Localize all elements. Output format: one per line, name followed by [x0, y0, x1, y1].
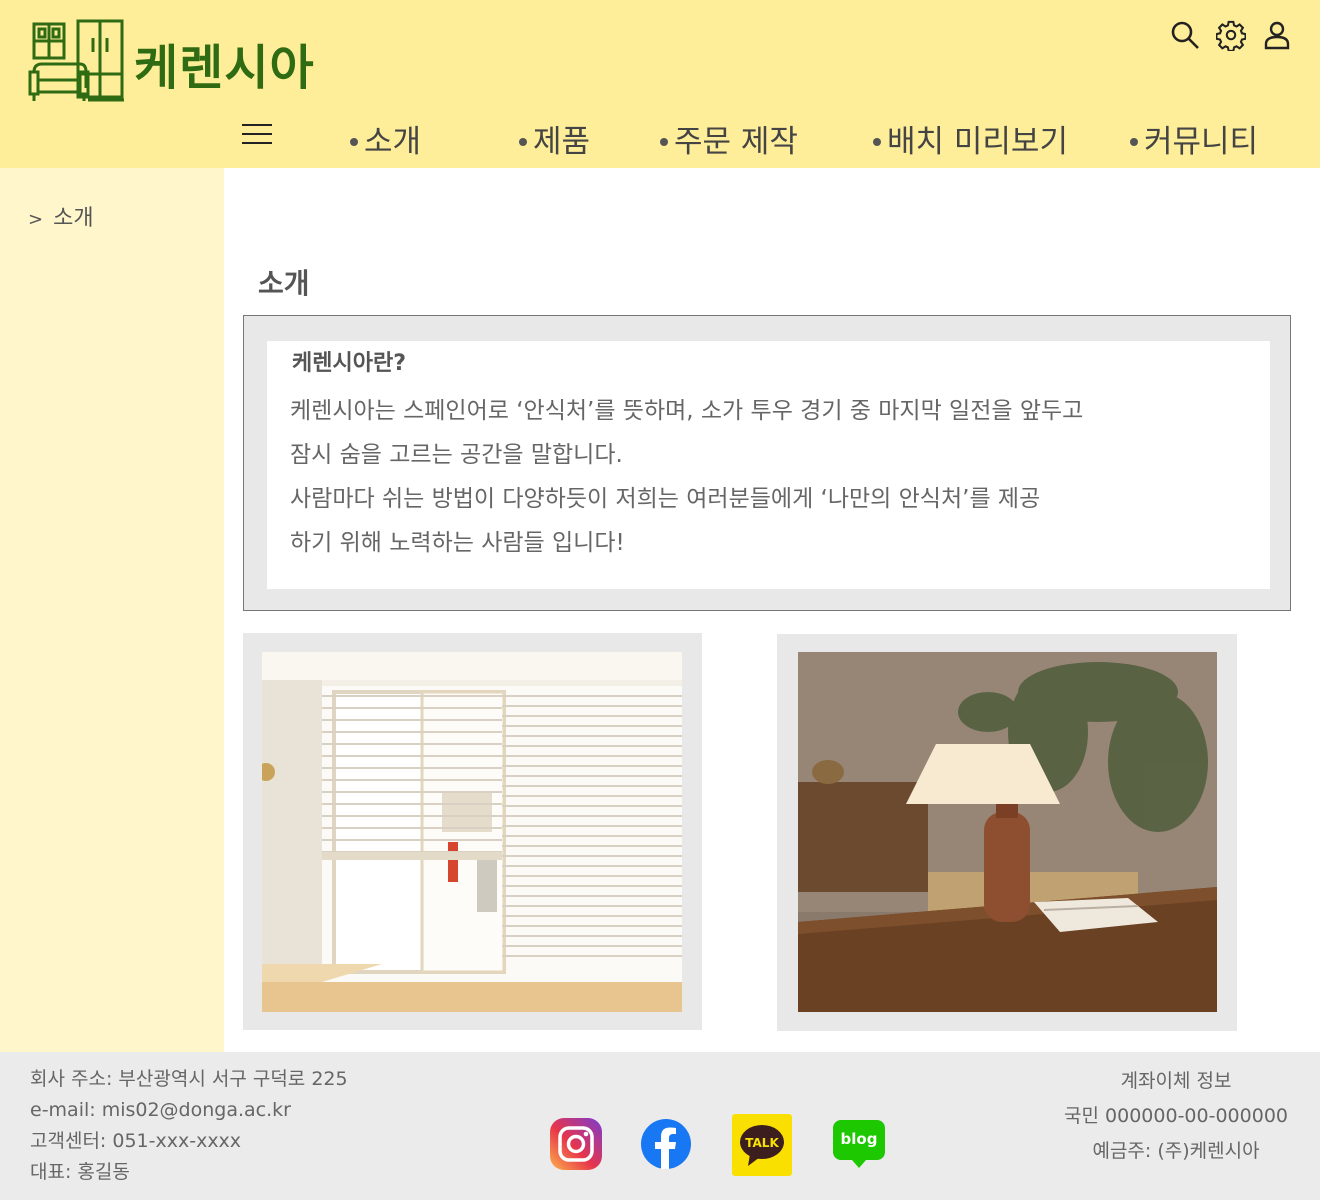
brand-name[interactable]: 케렌시아 [134, 28, 315, 98]
menu-icon[interactable] [242, 124, 272, 150]
breadcrumb-label: 소개 [53, 206, 94, 231]
bullet-icon [519, 137, 527, 146]
nav-label: 소개 [364, 124, 422, 160]
breadcrumb[interactable]: > 소개 [28, 200, 94, 232]
about-heading: 케렌시아란? [292, 351, 406, 376]
about-panel: 케렌시아란? 케렌시아는 스페인어로 ‘안식처’를 뜻하며, 소가 투우 경기 … [243, 315, 1291, 611]
ceo-name: 대표: 홍길동 [30, 1161, 130, 1183]
bank-account: 국민 000000-00-000000 [1064, 1105, 1288, 1127]
furniture-logo-icon[interactable] [28, 18, 126, 104]
nav-label: 커뮤니티 [1144, 124, 1259, 160]
header: 케렌시아 소개 제품 주문 제작 배치 미리보기 커뮤니티 [0, 0, 1320, 168]
nav-item-layout-preview[interactable]: 배치 미리보기 [873, 116, 1068, 161]
about-line: 잠시 숨을 고르는 공간을 말합니다. [290, 442, 623, 468]
kakaotalk-icon[interactable]: TALK [730, 1114, 794, 1176]
nav-item-custom-order[interactable]: 주문 제작 [660, 116, 798, 161]
bank-holder: 예금주: (주)케렌시아 [1092, 1140, 1260, 1162]
company-email[interactable]: e-mail: mis02@donga.ac.kr [30, 1095, 348, 1126]
photo-frame-lamp [777, 634, 1237, 1031]
bullet-icon [1130, 137, 1138, 146]
kakaotalk-label: TALK [745, 1136, 779, 1150]
window-blinds-photo [262, 652, 682, 1012]
nav-label: 제품 [533, 124, 591, 160]
nav-label: 배치 미리보기 [887, 124, 1068, 160]
about-text: 케렌시아는 스페인어로 ‘안식처’를 뜻하며, 소가 투우 경기 중 마지막 일… [290, 389, 1250, 565]
nav-item-products[interactable]: 제품 [519, 116, 590, 161]
about-line: 하기 위해 노력하는 사람들 입니다! [290, 530, 625, 556]
search-icon[interactable] [1170, 18, 1200, 52]
nav-label: 주문 제작 [674, 124, 798, 160]
blog-label: blog [841, 1130, 878, 1148]
blog-icon[interactable]: blog [830, 1114, 890, 1174]
bullet-icon [350, 137, 358, 146]
photo-frame-blinds [243, 633, 702, 1030]
customer-center: 고객센터: 051-xxx-xxxx [30, 1130, 242, 1152]
about-line: 케렌시아는 스페인어로 ‘안식처’를 뜻하며, 소가 투우 경기 중 마지막 일… [290, 398, 1084, 424]
header-icon-group [1170, 18, 1292, 52]
about-line: 사람마다 쉬는 방법이 다양하듯이 저희는 여러분들에게 ‘나만의 안식처’를 … [290, 486, 1041, 512]
bank-title: 계좌이체 정보 [1120, 1070, 1232, 1092]
bullet-icon [660, 137, 668, 146]
user-icon[interactable] [1262, 18, 1292, 52]
bullet-icon [873, 137, 881, 146]
facebook-icon[interactable] [636, 1114, 696, 1174]
chevron-right-icon: > [28, 209, 44, 230]
company-info: 회사 주소: 부산광역시 서구 구덕로 225 e-mail: mis02@do… [30, 1064, 348, 1188]
nav-item-community[interactable]: 커뮤니티 [1130, 116, 1258, 161]
about-card: 케렌시아란? 케렌시아는 스페인어로 ‘안식처’를 뜻하며, 소가 투우 경기 … [267, 341, 1270, 589]
instagram-icon[interactable] [546, 1114, 606, 1174]
company-address: 회사 주소: 부산광역시 서구 구덕로 225 [30, 1068, 348, 1090]
nav-item-intro[interactable]: 소개 [350, 116, 421, 161]
sidebar [0, 168, 224, 1052]
gear-icon[interactable] [1216, 18, 1246, 52]
table-lamp-photo [798, 652, 1217, 1012]
bank-info: 계좌이체 정보 국민 000000-00-000000 예금주: (주)케렌시아 [1064, 1064, 1288, 1169]
page-title: 소개 [258, 267, 310, 300]
